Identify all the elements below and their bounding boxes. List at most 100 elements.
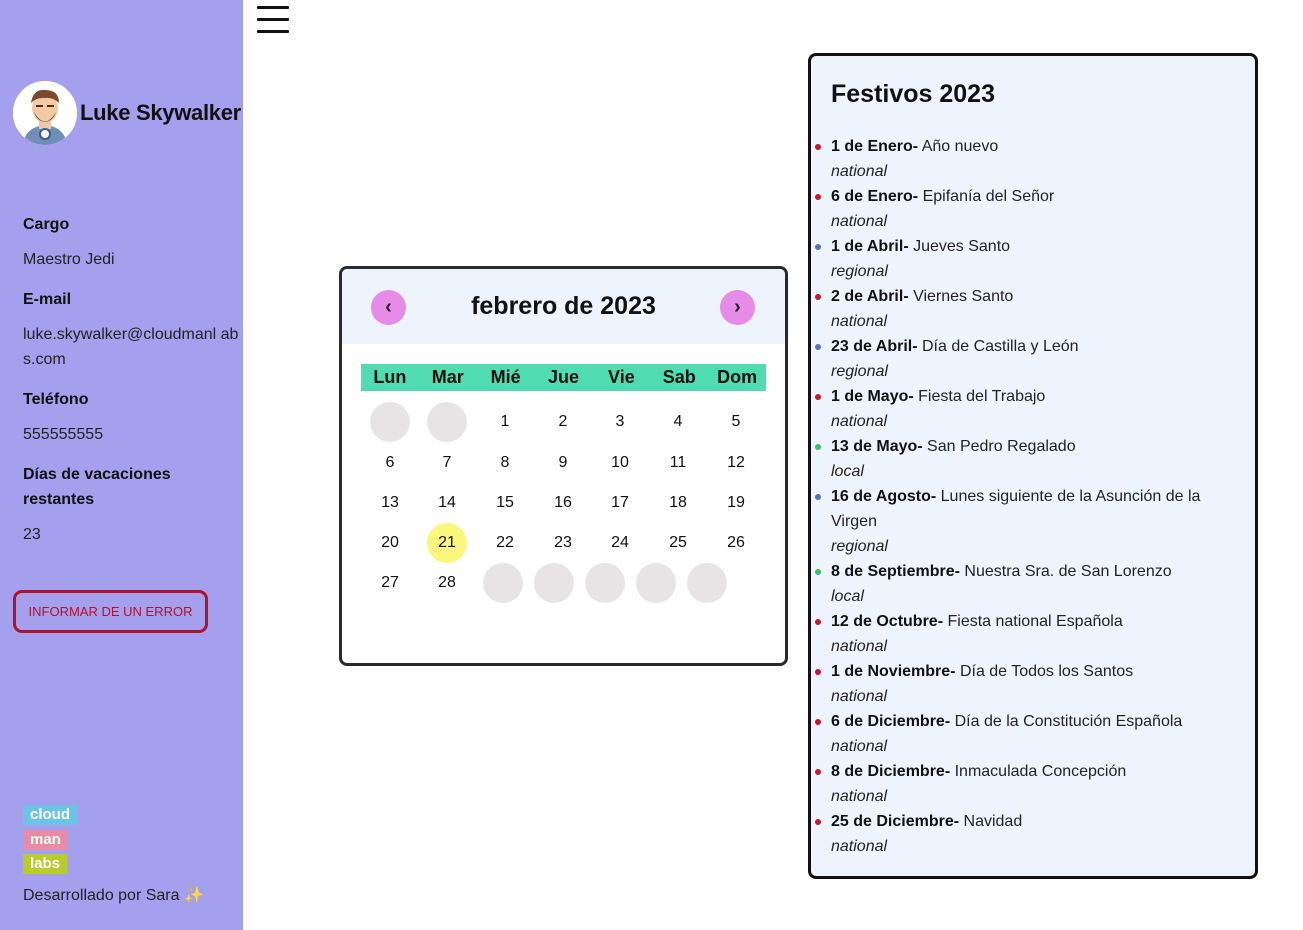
holiday-type: national [831, 313, 888, 330]
weekday-label: Sab [662, 367, 696, 387]
calendar-day-blank [585, 563, 625, 603]
calendar-day[interactable]: 14 [427, 483, 467, 523]
calendar-day-blank [483, 563, 523, 603]
holiday-name: Nuestra Sra. de San Lorenzo [964, 563, 1172, 580]
avatar-illustration-icon [13, 81, 77, 145]
calendar-day[interactable]: 7 [427, 443, 467, 483]
calendar-day[interactable]: 15 [485, 483, 525, 523]
holiday-date: 16 de Agosto- [831, 488, 937, 505]
weekday-label: Vie [608, 367, 635, 387]
holiday-name: Año nuevo [921, 138, 999, 155]
holiday-date: 8 de Septiembre- [831, 563, 960, 580]
field-label-vacation-days: Días de vacaciones restantes [23, 466, 171, 508]
holidays-title: Festivos 2023 [831, 80, 995, 108]
holiday-item: 1 de Mayo- Fiesta del Trabajo national [815, 384, 1241, 434]
holiday-item: 12 de Octubre- Fiesta national Española n… [815, 609, 1241, 659]
calendar-day[interactable]: 25 [658, 523, 698, 563]
holiday-name: Fiesta del Trabajo [918, 388, 1046, 405]
holiday-item: 6 de Enero- Epifanía del Señor national [815, 184, 1241, 234]
user-name: Luke Skywalker [80, 100, 241, 125]
field-label-phone: Teléfono [23, 391, 89, 408]
holiday-type: national [831, 413, 888, 430]
calendar-day-blank [370, 402, 410, 442]
holiday-name: Fiesta national Española [947, 613, 1123, 630]
bullet-dot-icon [815, 819, 821, 825]
holiday-date: 6 de Diciembre- [831, 713, 951, 730]
calendar-day-blank [534, 563, 574, 603]
calendar-day-today[interactable]: 21 [427, 523, 467, 563]
bullet-dot-icon [815, 769, 821, 775]
field-value-vacation-days: 23 [23, 526, 41, 543]
menu-bar-top [257, 6, 289, 9]
weekday-label: Lun [373, 367, 407, 387]
calendar-day[interactable]: 10 [600, 443, 640, 483]
holiday-type: local [831, 588, 864, 605]
logo-labs: labs [23, 854, 68, 874]
holiday-type: national [831, 738, 888, 755]
holiday-item: 8 de Diciembre- Inmaculada Concepción nat… [815, 759, 1241, 809]
calendar-day[interactable]: 11 [658, 443, 698, 483]
calendar-day[interactable]: 4 [658, 402, 698, 442]
calendar-day[interactable]: 20 [370, 523, 410, 563]
calendar-day[interactable]: 27 [370, 563, 410, 603]
logo-cloud: cloud [23, 805, 77, 825]
bullet-dot-icon [815, 619, 821, 625]
calendar-day[interactable]: 26 [716, 523, 756, 563]
calendar-day[interactable]: 23 [543, 523, 583, 563]
holiday-name: Navidad [963, 813, 1023, 830]
calendar-day[interactable]: 6 [370, 443, 410, 483]
holiday-type: national [831, 638, 888, 655]
holiday-date: 1 de Enero- [831, 138, 919, 155]
holiday-item: 23 de Abril- Día de Castilla y León regio… [815, 334, 1241, 384]
calendar-day[interactable]: 28 [427, 563, 467, 603]
logo-man: man [23, 830, 68, 850]
calendar-day[interactable]: 5 [716, 402, 756, 442]
holiday-item: 25 de Diciembre- Navidad national [815, 809, 1241, 859]
weekday-header: Lun Mar Mié Jue Vie Sab Dom [361, 364, 766, 391]
sidebar: Luke Skywalker Cargo Maestro Jedi E-mail… [0, 0, 243, 930]
holiday-type: national [831, 838, 888, 855]
next-month-button[interactable]: › [720, 290, 755, 325]
calendar-day[interactable]: 12 [716, 443, 756, 483]
calendar-day[interactable]: 17 [600, 483, 640, 523]
holiday-date: 2 de Abril- [831, 288, 909, 305]
calendar-day-blank [636, 563, 676, 603]
calendar-day[interactable]: 18 [658, 483, 698, 523]
holidays-list: 1 de Enero- Año nuevo national 6 de Enero-… [815, 134, 1241, 859]
holiday-date: 12 de Octubre- [831, 613, 944, 630]
calendar-day[interactable]: 1 [485, 402, 525, 442]
user-avatar[interactable] [13, 81, 77, 145]
field-value-phone: 555555555 [23, 426, 104, 443]
hamburger-menu-icon[interactable] [257, 4, 289, 34]
bullet-dot-icon [815, 669, 821, 675]
holiday-item: 2 de Abril- Viernes Santo national [815, 284, 1241, 334]
weekday-label: Jue [547, 367, 580, 387]
field-label-cargo: Cargo [23, 216, 70, 233]
field-value-email: luke.skywalker@cloudmanl abs.com [23, 326, 239, 368]
field-value-cargo: Maestro Jedi [23, 251, 115, 268]
calendar-day[interactable]: 8 [485, 443, 525, 483]
calendar-day-blank [687, 563, 727, 603]
bullet-dot-icon [815, 719, 821, 725]
calendar-day[interactable]: 2 [543, 402, 583, 442]
holiday-date: 6 de Enero- [831, 188, 919, 205]
report-error-button[interactable]: INFORMAR DE UN ERROR [13, 590, 208, 633]
bullet-dot-icon [815, 244, 821, 250]
holiday-item: 16 de Agosto- Lunes siguiente de la Asun… [815, 484, 1241, 559]
bullet-dot-icon [815, 394, 821, 400]
calendar-day[interactable]: 22 [485, 523, 525, 563]
weekday-label: Mié [490, 367, 521, 387]
field-label-email: E-mail [23, 291, 72, 308]
calendar-header: ‹ febrero de 2023 › [342, 269, 785, 344]
holiday-date: 1 de Noviembre- [831, 663, 956, 680]
calendar-day[interactable]: 24 [600, 523, 640, 563]
weekday-label: Dom [717, 367, 758, 387]
calendar-day[interactable]: 9 [543, 443, 583, 483]
holiday-item: 1 de Enero- Año nuevo national [815, 134, 1241, 184]
calendar-day[interactable]: 13 [370, 483, 410, 523]
calendar-day[interactable]: 16 [543, 483, 583, 523]
calendar-day[interactable]: 3 [600, 402, 640, 442]
holiday-type: national [831, 213, 888, 230]
calendar-day[interactable]: 19 [716, 483, 756, 523]
holiday-date: 25 de Diciembre- [831, 813, 960, 830]
